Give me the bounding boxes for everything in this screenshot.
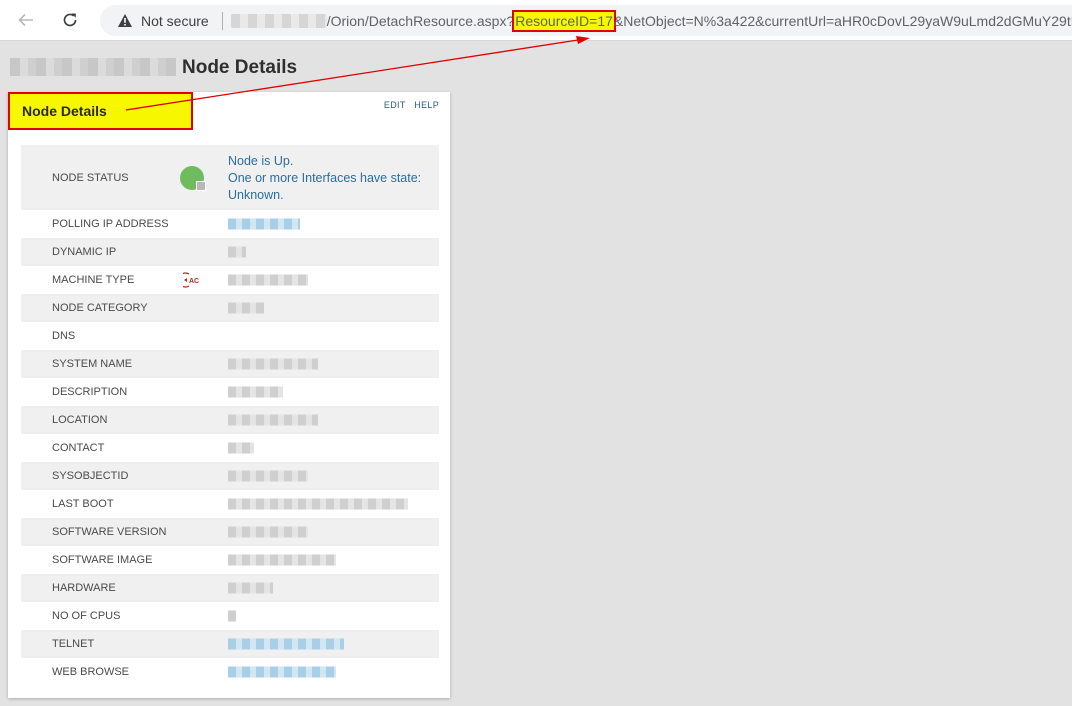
url-highlighted-param: ResourceID=17 <box>512 9 616 32</box>
row-label: POLLING IP ADDRESS <box>52 218 169 230</box>
redacted-value <box>228 526 308 538</box>
table-row: TELNET <box>21 630 439 658</box>
page-title: Node Details <box>182 57 298 78</box>
row-label: SYSOBJECTID <box>52 470 129 482</box>
svg-text:AC: AC <box>189 278 199 285</box>
row-label: SOFTWARE VERSION <box>52 526 167 538</box>
table-row: WEB BROWSE <box>21 658 439 686</box>
help-link[interactable]: HELP <box>414 100 439 110</box>
back-button[interactable] <box>14 8 38 32</box>
row-node-status: NODE STATUS Node is Up. One or more Inte… <box>21 145 439 210</box>
redacted-value <box>228 498 408 510</box>
row-label: DNS <box>52 330 76 342</box>
redacted-value <box>228 302 264 314</box>
reload-icon <box>63 13 77 27</box>
redacted-value <box>228 470 308 482</box>
status-line[interactable]: One or more Interfaces have state: <box>228 170 421 187</box>
row-label: NODE STATUS <box>52 171 129 184</box>
table-row: SYSTEM NAME <box>21 350 439 378</box>
node-details-panel: Node Details EDIT HELP NODE STATUS Node … <box>8 92 450 698</box>
redacted-value <box>228 414 318 426</box>
warning-icon[interactable] <box>116 12 134 30</box>
table-row: DESCRIPTION <box>21 378 439 406</box>
redacted-value <box>228 554 336 566</box>
panel-title-text: Node Details <box>22 103 107 119</box>
table-row: NO OF CPUS <box>21 602 439 630</box>
status-badge-icon <box>196 181 206 191</box>
table-row: LAST BOOT <box>21 490 439 518</box>
address-bar[interactable]: Not secure /Orion/DetachResource.aspx? R… <box>100 5 1072 36</box>
row-label: CONTACT <box>52 442 105 454</box>
redacted-value[interactable] <box>228 666 336 678</box>
status-line[interactable]: Unknown. <box>228 187 421 204</box>
row-label: TELNET <box>52 638 95 650</box>
edit-link[interactable]: EDIT <box>384 100 406 110</box>
redacted-value <box>228 610 236 622</box>
panel-actions: EDIT HELP <box>378 100 439 110</box>
table-row: MACHINE TYPE AC <box>21 266 439 294</box>
redacted-value <box>228 358 318 370</box>
url-path: /Orion/DetachResource.aspx? <box>326 12 515 29</box>
table-row: SYSOBJECTID <box>21 462 439 490</box>
redacted-value[interactable] <box>228 218 300 230</box>
table-row: LOCATION <box>21 406 439 434</box>
row-label: SOFTWARE IMAGE <box>52 554 153 566</box>
table-row: SOFTWARE VERSION <box>21 518 439 546</box>
row-label: HARDWARE <box>52 582 116 594</box>
row-label: LAST BOOT <box>52 498 114 510</box>
table-row: CONTACT <box>21 434 439 462</box>
table-row: DYNAMIC IP <box>21 238 439 266</box>
redacted-value <box>228 582 273 594</box>
back-arrow-icon <box>18 13 33 27</box>
table-row: SOFTWARE IMAGE <box>21 546 439 574</box>
security-status[interactable]: Not secure <box>141 13 209 29</box>
row-label: DESCRIPTION <box>52 386 128 398</box>
redacted-value <box>228 246 246 258</box>
row-label: LOCATION <box>52 414 108 426</box>
redacted-value <box>228 442 254 454</box>
address-separator <box>221 11 223 30</box>
status-message[interactable]: Node is Up. One or more Interfaces have … <box>228 153 421 204</box>
url-query: &NetObject=N%3a422&currentUrl=aHR0cDovL2… <box>613 12 1072 29</box>
url-host-redacted <box>230 13 327 28</box>
row-label: SYSTEM NAME <box>52 358 133 370</box>
redacted-value <box>228 386 283 398</box>
table-row: POLLING IP ADDRESS <box>21 210 439 238</box>
breadcrumb-redacted <box>10 58 176 76</box>
row-label: NO OF CPUS <box>52 610 121 622</box>
row-label: NODE CATEGORY <box>52 302 148 314</box>
redacted-value[interactable] <box>228 638 344 650</box>
redacted-value <box>228 274 308 286</box>
panel-title: Node Details <box>8 92 193 130</box>
row-label: WEB BROWSE <box>52 666 130 678</box>
row-label: DYNAMIC IP <box>52 246 117 258</box>
table-row: NODE CATEGORY <box>21 294 439 322</box>
table-row: HARDWARE <box>21 574 439 602</box>
machine-type-icon: AC <box>183 272 199 288</box>
row-label: MACHINE TYPE <box>52 274 135 286</box>
details-table: NODE STATUS Node is Up. One or more Inte… <box>21 145 439 686</box>
table-row: DNS <box>21 322 439 350</box>
browser-toolbar: Not secure /Orion/DetachResource.aspx? R… <box>0 0 1072 41</box>
status-line[interactable]: Node is Up. <box>228 153 421 170</box>
reload-button[interactable] <box>58 8 82 32</box>
